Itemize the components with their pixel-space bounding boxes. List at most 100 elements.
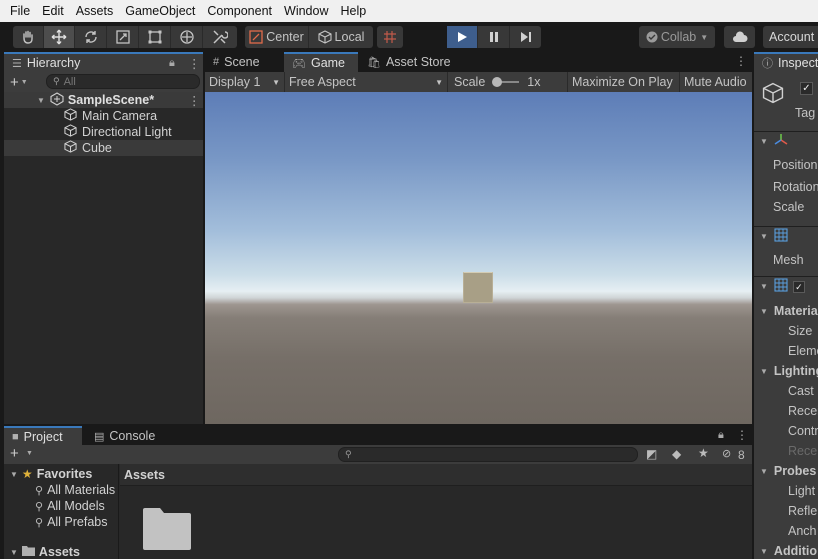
cloud-button[interactable] xyxy=(724,26,755,48)
display-dropdown[interactable]: Display 1 ▼ xyxy=(205,72,285,92)
tools-wrench-icon xyxy=(212,29,228,45)
scale-tool-button[interactable] xyxy=(107,26,139,48)
materials-foldout[interactable]: ▼ Materia xyxy=(754,301,818,321)
more-menu-icon[interactable]: ⋮ xyxy=(735,54,747,68)
hierarchy-tabbar: ☰ Hierarchy 🔒︎ ⋮ xyxy=(4,52,203,72)
scene-tab-label: Scene xyxy=(224,55,260,69)
slider-thumb[interactable] xyxy=(492,77,503,87)
hierarchy-item-cube[interactable]: Cube xyxy=(4,140,203,156)
additional-settings-foldout[interactable]: ▼ Additio xyxy=(754,541,818,559)
menu-help[interactable]: Help xyxy=(334,4,372,18)
chevron-down-icon: ▼ xyxy=(20,78,28,86)
contribute-gi-label: Contr xyxy=(788,424,818,438)
mute-audio-toggle[interactable]: Mute Audio xyxy=(680,72,752,92)
rect-tool-button[interactable] xyxy=(139,26,171,48)
favorite-all-materials[interactable]: ⚲ All Materials xyxy=(4,482,115,498)
hierarchy-search-input[interactable]: ⚲ All xyxy=(46,74,200,89)
space-local-button[interactable]: Local xyxy=(309,26,373,48)
expand-arrow-icon[interactable]: ▼ xyxy=(37,96,45,105)
tab-console[interactable]: ▤ Console xyxy=(86,426,166,446)
hierarchy-item-directional-light[interactable]: Directional Light xyxy=(4,124,203,140)
search-icon: ⚲ xyxy=(53,76,60,86)
custom-tool-button[interactable] xyxy=(203,26,237,48)
menu-edit[interactable]: Edit xyxy=(36,4,70,18)
position-label: Position xyxy=(773,158,818,172)
assets-folder-row[interactable]: ▼ Assets xyxy=(4,544,80,559)
favorite-star-icon[interactable]: ★ xyxy=(698,446,709,460)
folder-icon[interactable] xyxy=(142,508,192,553)
tab-inspector[interactable]: ⓘ Inspect xyxy=(754,52,818,72)
expand-arrow-icon: ▼ xyxy=(10,547,18,557)
probes-foldout[interactable]: ▼ Probes xyxy=(754,461,818,481)
game-viewport[interactable] xyxy=(205,92,752,424)
rotate-tool-button[interactable] xyxy=(75,26,107,48)
menu-file[interactable]: File xyxy=(4,4,36,18)
collab-label: Collab xyxy=(660,30,697,44)
play-button[interactable] xyxy=(447,26,478,48)
filter-by-label-icon[interactable]: ◆ xyxy=(672,447,681,461)
transform-component-header[interactable]: ▼ xyxy=(754,131,818,151)
add-plus-icon[interactable]: + xyxy=(10,74,19,91)
search-icon: ⚲ xyxy=(35,484,44,497)
assets-label: Assets xyxy=(38,545,80,559)
lock-icon: 🔒︎ xyxy=(169,56,175,69)
hierarchy-item-main-camera[interactable]: Main Camera xyxy=(4,108,203,124)
object-label: Directional Light xyxy=(82,125,172,139)
grid-snap-button[interactable] xyxy=(377,26,403,48)
more-menu-icon[interactable]: ⋮ xyxy=(188,56,201,71)
rect-tool-icon xyxy=(147,29,163,45)
expand-arrow-icon: ▼ xyxy=(760,137,768,146)
hidden-eye-icon[interactable]: ⊘ xyxy=(722,447,731,460)
scene-row[interactable]: ▼ SampleScene* ⋮ xyxy=(4,91,203,108)
transform-tool-button[interactable] xyxy=(171,26,203,48)
tab-game[interactable]: 🎮︎ Game xyxy=(284,52,358,72)
lock-icon[interactable]: 🔒︎ xyxy=(718,429,724,442)
center-tabbar: # Scene 🎮︎ Game 🛍︎ Asset Store ⋮ xyxy=(205,52,752,72)
favorite-label: All Prefabs xyxy=(47,515,108,529)
menu-window[interactable]: Window xyxy=(278,4,334,18)
add-plus-icon[interactable]: + xyxy=(10,445,19,462)
mesh-grid-icon xyxy=(774,228,788,245)
tab-project[interactable]: ■ Project xyxy=(4,426,82,446)
chevron-down-icon: ▼ xyxy=(700,32,709,42)
object-label: Main Camera xyxy=(82,109,158,123)
element-label: Eleme xyxy=(788,344,818,358)
account-dropdown[interactable]: Account xyxy=(763,26,818,48)
scene-more-icon[interactable]: ⋮ xyxy=(188,93,201,108)
favorite-all-models[interactable]: ⚲ All Models xyxy=(4,498,105,514)
project-search-input[interactable]: ⚲ xyxy=(338,447,638,462)
collab-dropdown[interactable]: Collab ▼ xyxy=(639,26,715,48)
assets-breadcrumb[interactable]: Assets xyxy=(120,464,752,486)
maximize-on-play-toggle[interactable]: Maximize On Play xyxy=(568,72,680,92)
pause-button[interactable] xyxy=(478,26,510,48)
cloud-group xyxy=(724,26,755,48)
more-menu-icon[interactable]: ⋮ xyxy=(736,428,748,442)
tab-scene[interactable]: # Scene xyxy=(205,52,283,72)
favorite-all-prefabs[interactable]: ⚲ All Prefabs xyxy=(4,514,108,530)
scale-label: Scale xyxy=(454,75,486,89)
mesh-renderer-header[interactable]: ▼ ✓ xyxy=(754,276,818,296)
hierarchy-search-placeholder: All xyxy=(63,75,76,88)
renderer-enabled-checkbox[interactable]: ✓ xyxy=(792,280,805,293)
pivot-center-button[interactable]: Center xyxy=(245,26,309,48)
aspect-dropdown[interactable]: Free Aspect ▼ xyxy=(285,72,448,92)
collab-button[interactable]: Collab ▼ xyxy=(639,26,715,48)
move-tool-button[interactable] xyxy=(44,26,75,48)
step-button[interactable] xyxy=(510,26,541,48)
filter-by-type-icon[interactable]: ◩ xyxy=(646,447,657,461)
scale-value: 1x xyxy=(527,75,541,89)
menu-gameobject[interactable]: GameObject xyxy=(119,4,201,18)
pause-icon xyxy=(488,31,500,43)
scale-slider[interactable] xyxy=(492,77,520,87)
mesh-filter-header[interactable]: ▼ xyxy=(754,226,818,246)
menu-component[interactable]: Component xyxy=(201,4,278,18)
active-checkbox[interactable]: ✓ xyxy=(800,82,813,95)
favorites-foldout[interactable]: ▼ ★ Favorites xyxy=(4,466,92,482)
lighting-foldout[interactable]: ▼ Lighting xyxy=(754,361,818,381)
tab-asset-store[interactable]: 🛍︎ Asset Store xyxy=(359,52,459,72)
step-icon xyxy=(520,31,532,43)
hand-tool-button[interactable] xyxy=(13,26,44,48)
account-button[interactable]: Account xyxy=(763,26,818,48)
tab-hierarchy[interactable]: ☰ Hierarchy 🔒︎ ⋮ xyxy=(4,52,203,72)
menu-assets[interactable]: Assets xyxy=(70,4,120,18)
